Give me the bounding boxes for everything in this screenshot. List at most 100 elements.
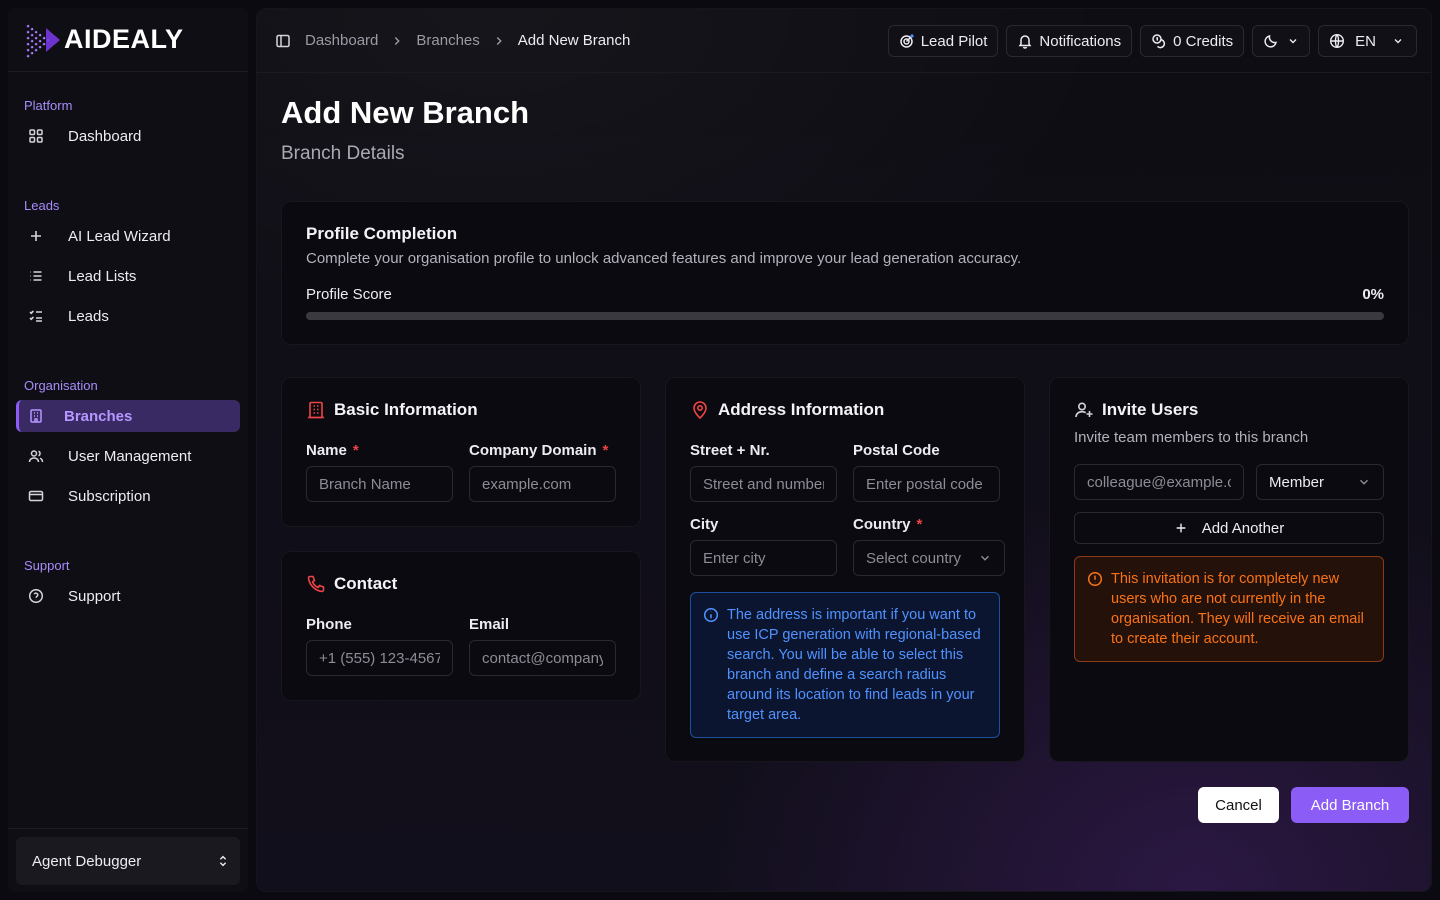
agent-switcher[interactable]: Agent Debugger (16, 837, 240, 885)
address-information-title: Address Information (718, 400, 885, 419)
breadcrumb-dashboard[interactable]: Dashboard (305, 32, 378, 49)
postal-code-input[interactable] (853, 466, 1000, 502)
cancel-button[interactable]: Cancel (1198, 787, 1279, 823)
sidebar-item-support[interactable]: Support (16, 580, 240, 612)
language-label: EN (1355, 32, 1376, 50)
chevron-right-icon (496, 36, 502, 45)
street-input[interactable] (690, 466, 837, 502)
lead-pilot-button[interactable]: Lead Pilot (887, 25, 999, 57)
address-information-card: Address Information Street + Nr. Postal … (665, 377, 1025, 762)
nav-group-label: Support (24, 558, 70, 573)
email-field-label: Email (469, 616, 510, 633)
invite-warning-text: This invitation is for completely new us… (1111, 571, 1364, 647)
invite-role-select[interactable]: Member (1256, 464, 1384, 500)
sidebar-item-subscription[interactable]: Subscription (16, 480, 240, 512)
bell-icon (1019, 35, 1032, 49)
sidebar-item-label: Branches (64, 407, 133, 425)
invite-users-header: Invite Users (1074, 400, 1198, 420)
notifications-label: Notifications (1039, 32, 1122, 50)
building-icon (308, 401, 324, 419)
breadcrumb-branches[interactable]: Branches (416, 32, 479, 49)
profile-score-progress (306, 312, 1384, 320)
sidebar-item-leads[interactable]: Leads (16, 300, 240, 332)
invite-users-card: Invite Users Invite team members to this… (1049, 377, 1409, 762)
agent-switcher-label: Agent Debugger (32, 852, 142, 870)
invite-role-value: Member (1269, 473, 1325, 491)
phone-icon (307, 575, 325, 593)
target-icon (899, 34, 914, 48)
address-info-text: The address is important if you want to … (727, 607, 981, 723)
sidebar-item-label: Lead Lists (68, 267, 137, 285)
language-select[interactable]: EN (1318, 25, 1417, 57)
invite-users-title: Invite Users (1102, 400, 1199, 419)
top-bar: Dashboard Branches Add New Branch Lead P… (257, 9, 1431, 73)
sidebar-item-ai-lead-wizard[interactable]: AI Lead Wizard (16, 220, 240, 252)
invite-email-input[interactable] (1074, 464, 1244, 500)
nav-group-label: Platform (24, 98, 73, 113)
coins-icon (1152, 34, 1166, 49)
sidebar-item-dashboard[interactable]: Dashboard (16, 120, 240, 152)
sidebar-footer: Agent Debugger (8, 828, 248, 892)
theme-toggle-button[interactable] (1252, 25, 1311, 57)
moon-icon (1264, 35, 1278, 48)
email-input[interactable] (469, 640, 616, 676)
nav-group-support: Support Support (8, 556, 248, 612)
top-actions: Lead Pilot Notifications 0 Credits EN (887, 25, 1417, 57)
list-icon (30, 271, 42, 281)
chevron-down-icon (1394, 39, 1402, 44)
profile-completion-title: Profile Completion (306, 224, 458, 243)
sidebar-item-label: AI Lead Wizard (68, 227, 171, 245)
address-information-header: Address Information (690, 400, 884, 420)
required-mark: * (602, 442, 609, 459)
profile-completion-card: Profile Completion Complete your organis… (281, 201, 1409, 345)
credit-card-icon (28, 490, 44, 502)
sidebar-item-label: Subscription (68, 487, 151, 505)
sidebar-item-lead-lists[interactable]: Lead Lists (16, 260, 240, 292)
city-field-label: City (690, 516, 719, 533)
sidebar-item-user-management[interactable]: User Management (16, 440, 240, 472)
nav-group-platform: Platform Dashboard (8, 96, 248, 152)
sidebar-item-label: Leads (68, 307, 109, 325)
add-branch-button[interactable]: Add Branch (1291, 787, 1409, 823)
sidebar-item-branches[interactable]: Branches (16, 400, 240, 432)
nav-group-organisation: Organisation Branches User Management Su… (8, 376, 248, 512)
credits-label: 0 Credits (1173, 32, 1234, 50)
required-mark: * (352, 442, 359, 459)
company-domain-input[interactable] (469, 466, 616, 502)
lead-pilot-label: Lead Pilot (920, 32, 988, 50)
credits-button[interactable]: 0 Credits (1140, 25, 1245, 57)
nav-group-leads: Leads AI Lead Wizard Lead Lists Leads (8, 196, 248, 332)
brand-logo[interactable]: AIDEALY (8, 8, 248, 72)
grid-icon (29, 129, 43, 143)
page-title: Add New Branch (281, 95, 530, 130)
domain-label-text: Company Domain (469, 442, 597, 459)
branch-name-input[interactable] (306, 466, 453, 502)
chevron-down-icon (1360, 479, 1368, 485)
phone-input[interactable] (306, 640, 453, 676)
basic-information-title: Basic Information (334, 400, 478, 419)
country-select-value: Select country (866, 549, 962, 567)
country-select[interactable]: Select country (853, 540, 1005, 576)
city-input[interactable] (690, 540, 837, 576)
sidebar-item-label: User Management (68, 447, 192, 465)
phone-field-label: Phone (306, 616, 352, 633)
country-label-text: Country (853, 516, 911, 533)
nav-group-label: Organisation (24, 378, 98, 393)
basic-information-header: Basic Information (306, 400, 478, 420)
page-subtitle: Branch Details (281, 143, 405, 164)
map-pin-icon (693, 401, 707, 420)
chevron-down-icon (981, 555, 989, 561)
sidebar-toggle-icon[interactable] (275, 33, 291, 49)
country-field-label: Country * (853, 516, 922, 533)
notifications-button[interactable]: Notifications (1006, 25, 1133, 57)
profile-score-label: Profile Score (306, 286, 392, 303)
invite-users-description: Invite team members to this branch (1074, 429, 1309, 446)
checklist-icon (29, 310, 42, 322)
add-another-button[interactable]: Add Another (1074, 512, 1384, 544)
brand-name: AIDEALY (64, 24, 184, 54)
basic-information-card: Basic Information Name * Company Domain * (281, 377, 641, 527)
sidebar: AIDEALY Platform Dashboard Leads AI Lead… (8, 8, 248, 892)
sidebar-item-label: Support (68, 587, 121, 605)
chevrons-up-down-icon (219, 855, 227, 867)
logo-mark-icon (26, 24, 60, 57)
